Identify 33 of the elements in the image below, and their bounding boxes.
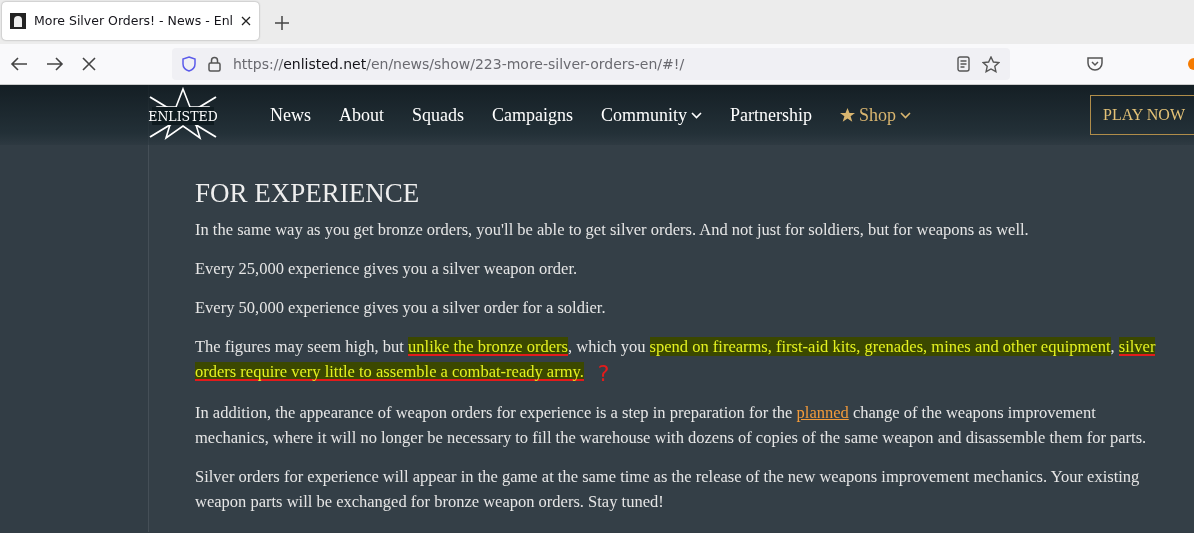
nav-link[interactable]: Shop (840, 101, 912, 129)
close-icon[interactable] (241, 16, 252, 26)
nav-link[interactable]: Squads (412, 101, 464, 129)
star-icon (840, 108, 855, 122)
paragraph: In the same way as you get bronze orders, you'll be able to get silver orders. And not just for soldiers, but for weapons as well. (195, 219, 1030, 242)
forward-icon[interactable] (46, 56, 64, 72)
section-heading: FOR EXPERIENCE (195, 177, 421, 210)
favicon-icon (10, 13, 26, 29)
play-now-button[interactable]: PLAY NOW (1090, 95, 1194, 135)
pocket-icon[interactable] (1086, 56, 1104, 72)
new-tab-icon[interactable] (275, 16, 290, 30)
back-icon[interactable] (10, 56, 28, 72)
star-icon[interactable] (982, 55, 1000, 73)
tab-title: More Silver Orders! - News - Enl (34, 11, 234, 30)
handwritten-question-mark: ? (597, 361, 610, 387)
paragraph: Every 25,000 experience gives you a silver weapon order. (195, 258, 579, 281)
paragraph: In addition, the appearance of weapon orders for experience is a step in preparation for the planned change of the weapons improvement mechanics, where it will no longer be necessary to fill the warehouse with dozens of copies of the same weapon and disassemble them for parts. (195, 402, 1148, 450)
chevron-down-icon (900, 111, 912, 119)
paragraph: Silver orders for experience will appear in the game at the same time as the release of the new weapons improvement mechanics. Your existing weapon parts will be exchanged for bronze weapon orders. Stay tuned! (195, 466, 1141, 514)
nav-link[interactable]: Community (601, 101, 703, 129)
nav-link[interactable]: Partnership (730, 101, 812, 129)
chevron-down-icon (691, 111, 703, 119)
nav-link[interactable]: Campaigns (492, 101, 573, 129)
reader-view-icon[interactable] (957, 56, 970, 72)
browser-tab[interactable]: More Silver Orders! - News - Enl (2, 2, 260, 40)
lock-icon[interactable] (208, 56, 221, 72)
nav-link[interactable]: About (339, 101, 384, 129)
nav-link[interactable]: News (270, 101, 311, 129)
paragraph: Every 50,000 experience gives you a silver order for a soldier. (195, 297, 607, 320)
address-bar[interactable]: https://enlisted.net/en/news/show/223-more-silver-orders-en/#!/ (172, 48, 1010, 80)
stop-loading-icon[interactable] (82, 57, 96, 71)
inline-link[interactable]: planned (796, 403, 849, 423)
shield-icon[interactable] (182, 56, 196, 72)
